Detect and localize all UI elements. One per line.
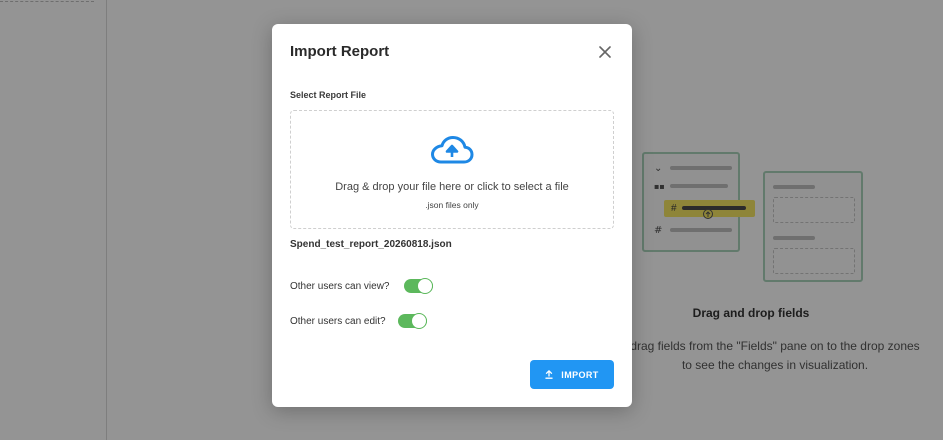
- upload-icon: [545, 370, 553, 379]
- dialog-title: Import Report: [290, 43, 390, 60]
- permission-row-view: Other users can view?: [290, 278, 433, 294]
- dropzone-instructions: Drag & drop your file here or click to s…: [335, 181, 569, 193]
- permission-row-edit: Other users can edit?: [290, 313, 427, 329]
- toggle-knob: [410, 313, 427, 329]
- cloud-upload-icon: [431, 136, 474, 164]
- file-dropzone[interactable]: Drag & drop your file here or click to s…: [290, 110, 614, 229]
- view-permission-label: Other users can view?: [290, 280, 390, 292]
- edit-permission-toggle[interactable]: [397, 313, 427, 329]
- view-permission-toggle[interactable]: [403, 278, 433, 294]
- dropzone-file-type-hint: .json files only: [425, 200, 479, 210]
- import-button[interactable]: IMPORT: [530, 360, 614, 389]
- edit-permission-label: Other users can edit?: [290, 315, 386, 327]
- close-button[interactable]: [595, 42, 615, 62]
- import-button-label: IMPORT: [561, 369, 599, 380]
- file-field-label: Select Report File: [290, 90, 367, 100]
- selected-file-name: Spend_test_report_20260818.json: [290, 239, 452, 250]
- toggle-knob: [416, 278, 433, 294]
- close-icon: [599, 46, 611, 58]
- import-report-dialog: Import Report Select Report File Drag & …: [272, 24, 632, 407]
